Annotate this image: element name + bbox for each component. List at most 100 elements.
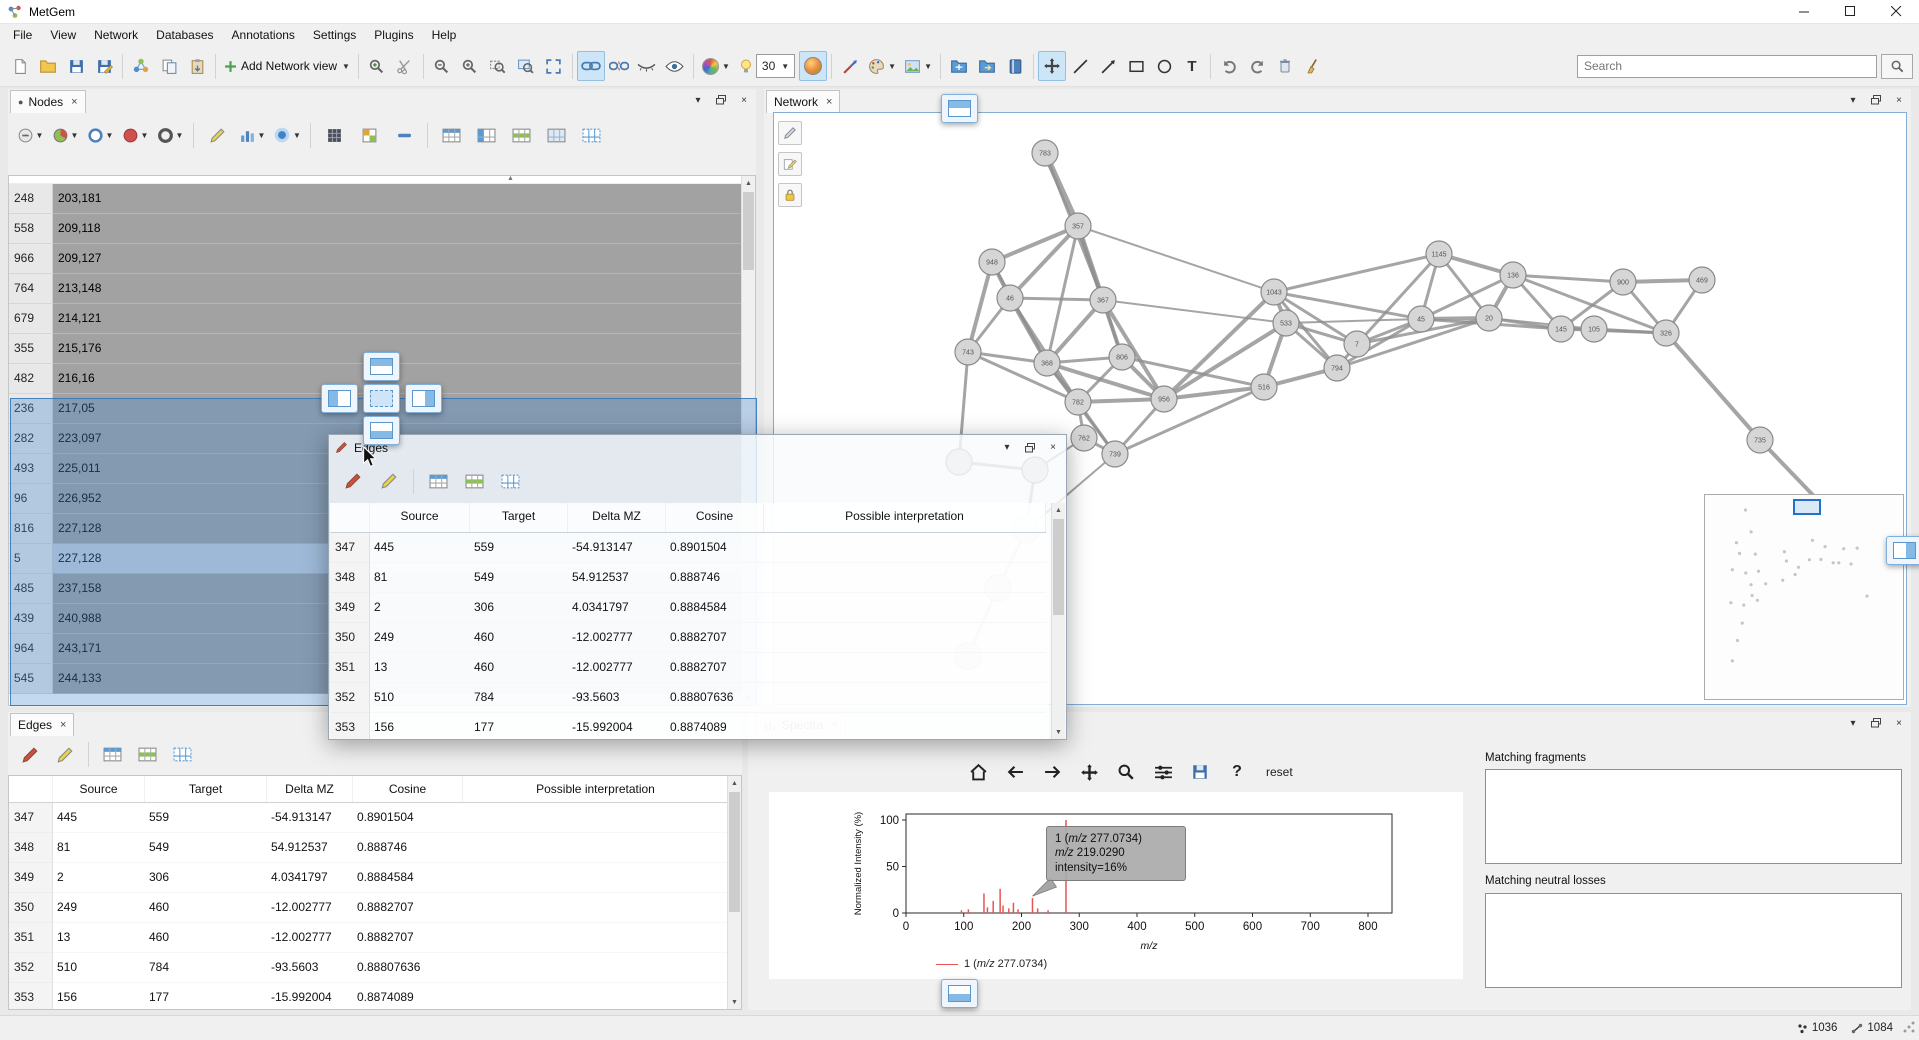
network-node[interactable]: 136	[1500, 262, 1526, 288]
lock-view-button[interactable]	[778, 183, 802, 207]
dock-close-icon[interactable]: ×	[1892, 716, 1906, 730]
column-header[interactable]: Target	[470, 503, 568, 532]
mz-cell[interactable]: 203,181	[53, 184, 743, 214]
scroll-down-icon[interactable]: ▼	[1052, 725, 1065, 739]
help-button[interactable]: ?	[1222, 758, 1252, 786]
move-annotation-button[interactable]	[1038, 51, 1066, 81]
dock-indicator-right[interactable]	[405, 384, 442, 413]
network-node[interactable]: 739	[1102, 441, 1128, 467]
nodes-table-row[interactable]: 966209,127	[9, 244, 755, 274]
network-node[interactable]: 794	[1324, 355, 1350, 381]
network-node[interactable]: 743	[955, 339, 981, 365]
zoom-selection-button[interactable]	[512, 51, 540, 81]
dock-indicator-left[interactable]	[321, 384, 358, 413]
nodes-tab[interactable]: ● Nodes ×	[10, 90, 86, 113]
scroll-up-icon[interactable]: ▲	[742, 176, 755, 190]
dock-indicator-top[interactable]	[363, 352, 400, 381]
ring-color-button[interactable]: ▼	[84, 119, 116, 151]
zoom-in-button[interactable]	[456, 51, 484, 81]
dock-indicator-screen-right[interactable]	[1886, 536, 1919, 565]
dock-menu-icon[interactable]: ▾	[691, 93, 705, 107]
highlight-edges-red-button[interactable]	[337, 465, 369, 497]
matching-neutral-losses-box[interactable]	[1485, 893, 1902, 988]
draw-rect-button[interactable]	[1122, 51, 1150, 81]
save-button[interactable]	[62, 51, 90, 81]
row-header[interactable]: 764	[9, 274, 53, 304]
show-selected-columns-button[interactable]	[505, 119, 537, 151]
menu-item-view[interactable]: View	[41, 25, 85, 45]
minimap-viewport-rect[interactable]	[1793, 499, 1821, 515]
hide-columns-button[interactable]	[540, 119, 572, 151]
zoom-out-button[interactable]	[428, 51, 456, 81]
row-header[interactable]: 482	[9, 364, 53, 394]
mz-cell[interactable]: 214,121	[53, 304, 743, 334]
search-button[interactable]	[1881, 54, 1913, 79]
chart-columns-button[interactable]: ▼	[236, 119, 268, 151]
minimize-button[interactable]	[1781, 0, 1827, 24]
row-header[interactable]: 966	[9, 244, 53, 274]
color-nodes-button[interactable]: ▼	[698, 51, 734, 81]
dock-menu-icon[interactable]: ▾	[1846, 716, 1860, 730]
arrow-style-button[interactable]	[836, 51, 864, 81]
show-selected-columns-button[interactable]	[458, 465, 490, 497]
unlink-views-button[interactable]	[605, 51, 633, 81]
close-button[interactable]	[1873, 0, 1919, 24]
nodes-tab-close-icon[interactable]: ×	[71, 96, 77, 108]
show-all-columns-button[interactable]	[96, 739, 128, 771]
palette-button[interactable]: ▼	[864, 51, 900, 81]
column-header[interactable]: Source	[370, 503, 470, 532]
show-neighbors-columns-button[interactable]	[470, 119, 502, 151]
scroll-up-icon[interactable]: ▲	[1052, 503, 1065, 517]
edges-scrollbar[interactable]: ▲ ▼	[727, 776, 741, 1009]
database-button[interactable]	[1001, 51, 1029, 81]
network-node[interactable]: 1043	[1261, 279, 1287, 305]
row-header[interactable]: 248	[9, 184, 53, 214]
open-file-button[interactable]	[34, 51, 62, 81]
dock-float-icon[interactable]	[714, 93, 728, 107]
network-node[interactable]: 7	[1344, 331, 1370, 357]
zoom-fit-button[interactable]	[484, 51, 512, 81]
search-standards-button[interactable]	[363, 51, 391, 81]
back-button[interactable]	[1000, 758, 1030, 786]
maximize-button[interactable]	[1827, 0, 1873, 24]
donut-style-button[interactable]: ▼	[154, 119, 186, 151]
color-table-button[interactable]	[353, 119, 385, 151]
network-node[interactable]: 1145	[1426, 241, 1452, 267]
compute-table-button[interactable]	[318, 119, 350, 151]
dock-float-icon[interactable]	[1869, 716, 1883, 730]
export-project-button[interactable]	[973, 51, 1001, 81]
nodes-table-row[interactable]: 248203,181	[9, 184, 755, 214]
edges-table-row[interactable]: 350249460-12.0027770.8882707	[9, 893, 741, 923]
cut-edges-button[interactable]	[391, 51, 419, 81]
floating-window-titlebar[interactable]: Edges ▾ ×	[329, 435, 1066, 460]
reset-columns-button[interactable]	[575, 119, 607, 151]
network-node[interactable]: 105	[1581, 316, 1607, 342]
network-node[interactable]: 326	[1653, 320, 1679, 346]
network-node[interactable]: 782	[1065, 389, 1091, 415]
network-node[interactable]: 900	[1610, 269, 1636, 295]
menu-item-help[interactable]: Help	[423, 25, 466, 45]
network-node[interactable]: 469	[1689, 267, 1715, 293]
edges-table-row[interactable]: 3488154954.9125370.888746	[9, 833, 741, 863]
scrollbar-thumb[interactable]	[1053, 519, 1064, 615]
remove-column-button[interactable]	[388, 119, 420, 151]
import-metadata-button[interactable]	[155, 51, 183, 81]
mz-cell[interactable]: 213,148	[53, 274, 743, 304]
row-header[interactable]: 558	[9, 214, 53, 244]
node-fill-color-button[interactable]: ▼	[119, 119, 151, 151]
scroll-down-icon[interactable]: ▼	[728, 995, 741, 1009]
spectrum-figure[interactable]: 0100200300400500600700800050100Normalize…	[769, 792, 1463, 979]
highlight-nodes-button[interactable]	[201, 119, 233, 151]
edges-table-row[interactable]: 3488154954.9125370.888746	[330, 563, 1049, 593]
network-node[interactable]: 956	[1151, 386, 1177, 412]
column-header[interactable]: Possible interpretation	[463, 776, 729, 802]
highlight-edges-yellow-button[interactable]	[373, 465, 405, 497]
matching-fragments-box[interactable]	[1485, 769, 1902, 864]
draw-annotation-button[interactable]	[778, 152, 802, 176]
mz-cell[interactable]: 209,127	[53, 244, 743, 274]
edges-table-row[interactable]: 34923064.03417970.8884584	[9, 863, 741, 893]
menu-item-file[interactable]: File	[4, 25, 41, 45]
edges-table-row[interactable]: 35113460-12.0027770.8882707	[330, 653, 1049, 683]
search-input[interactable]	[1577, 55, 1877, 78]
export-image-button[interactable]: ▼	[900, 51, 936, 81]
